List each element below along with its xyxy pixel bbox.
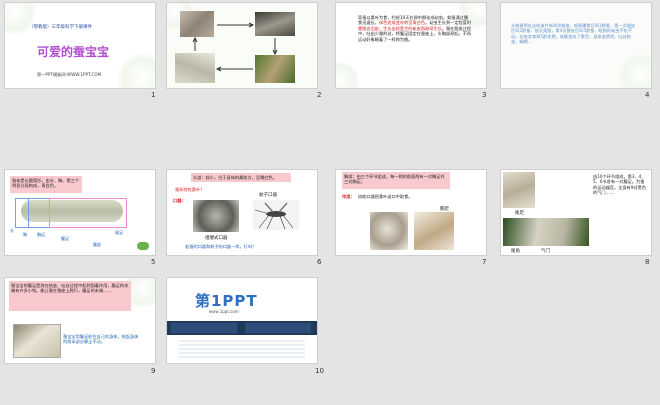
slide-number: 6 [317,258,322,266]
label-belly-feet: 腹足 [61,236,69,241]
next-button[interactable] [137,242,149,250]
function-text: 协助口器把桑叶送口中取食。 [358,194,413,199]
life-cycle-arrows [192,22,278,72]
slide-body-text: 蚕宝宝的腹足是其在结茧、吐丝过程中起到固着作用，腹足的末端有许多小钩。能让蚕在蚕… [11,283,129,294]
section-box-chest [28,198,50,228]
slide-banner-text: 胸部：由三个环节组成，每一侧的前面两有一对胸足共三对胸足。 [344,174,445,185]
mouth-label: 口器： [173,198,186,203]
publisher-label: （鄂教版）三年级科学下册课件 [29,25,92,30]
slide-number: 5 [151,258,156,266]
slide-thumbnail-5[interactable]: 蚕体是长圆筒形，由头、胸、第三个明显分段构成，青白色。 头 胸 胸足 腹足 腹部… [5,170,155,255]
chewing-mouth-label: 咀嚼式口器 [205,236,228,241]
link-grid [179,340,305,358]
section-box-head [15,198,29,228]
slide-thumbnail-8[interactable]: 尾足 由10个环节组成，第3、4、5、6节各有一对腹足。为蚕的运动器官。全身有9… [501,170,651,255]
slide-number: 4 [645,91,650,99]
label-abdomen: 腹部 [93,242,101,247]
flower-decoration [619,53,651,88]
slide-body-text: 由10个环节组成，第3、4、5、6节各有一对腹足。为蚕的运动器官。全身有9对黑色… [593,174,646,196]
label-tail-feet: 尾足 [115,230,123,235]
label-chest-feet: 胸足 [37,232,45,237]
flower-decoration [117,53,155,88]
chest-feet-photo [414,212,454,250]
slide-body-text: 蚕体是长圆筒形，由头、胸、第三个明显分段构成，青白色。 [12,178,80,189]
info-panel-left [171,323,237,333]
slide-thumbnail-10[interactable]: 第1PPT www.1ppt.com [167,278,317,363]
slide-banner-text: 头部：较小，位于身体的最前方，呈褐红色。 [193,175,277,180]
website-url: www.1ppt.com [209,309,239,314]
flower-decoration [5,3,37,35]
slide-thumbnail-4[interactable]: 从蚁蚕到吐丝结茧共有四次蜕皮，蚁蚕摄食后叫1龄蚕，第一次脱皮后叫2龄蚕，依次类推… [501,3,651,88]
question-text: 蚕如何吃桑叶？ [175,187,205,192]
slide-number: 10 [315,367,324,375]
slide-title: 可爱的蚕宝宝 [37,45,110,59]
label-head: 头 [10,228,14,233]
slide-thumbnail-2[interactable] [167,3,317,88]
slide-number: 8 [645,258,650,266]
slide-body-text: 家蚕以桑叶为食，约经10天在卵中孵化成幼虫。蚁蚕通过摄食迅速长，体色逐渐变灰转呈… [358,15,472,42]
slide-thumbnail-3[interactable]: 家蚕以桑叶为食，约经10天在卵中孵化成幼虫。蚁蚕通过摄食迅速长，体色逐渐变灰转呈… [336,3,486,88]
photo-caption: 蚕宝宝用腹足抓住自己的身体，抬起身体的前半部分静止不动。 [63,334,139,345]
slide-footer: 第一PPT模板网-WWW.1PPT.COM [37,72,102,77]
slide-number: 3 [482,91,487,99]
silkworm-closeup-photo [370,212,408,250]
section-box-abdomen [49,198,127,228]
silkworm-pose-photo [13,324,61,358]
info-panel-right [245,323,311,333]
label-tail-feet: 尾足 [515,211,524,216]
question-text: 若蚕的口器和蚊子的口器一样，行吗？ [185,244,257,249]
slide-number: 2 [317,91,322,99]
mosquito-photo [253,200,299,230]
function-label: 作用： [342,194,355,199]
silkworm-mouth-photo [193,200,239,232]
label-spiracle: 气门 [541,249,550,254]
slide-body-text: 从蚁蚕到吐丝结茧共有四次蜕皮，蚁蚕摄食后叫1龄蚕，第一次脱皮后叫2龄蚕，依次类推… [511,23,636,45]
slide-number: 1 [151,91,156,99]
label-tail-horn: 尾角 [511,249,520,254]
silkworm-spiracle-photo [503,218,589,246]
silkworm-diagram [15,198,127,230]
slide-number: 9 [151,367,156,375]
silkworm-tail-photo [503,172,535,208]
slide-number: 7 [482,258,487,266]
flower-decoration [336,61,360,88]
slide-thumbnail-1[interactable]: （鄂教版）三年级科学下册课件 可爱的蚕宝宝 第一PPT模板网-WWW.1PPT.… [5,3,155,88]
label-chest: 胸 [23,232,27,237]
logo-text: 第1PPT [195,292,258,310]
slide-thumbnail-6[interactable]: 头部：较小，位于身体的最前方，呈褐红色。 蚕如何吃桑叶？ 口器： 蚊子口器 咀嚼… [167,170,317,255]
slide-thumbnail-9[interactable]: 蚕宝宝的腹足是其在结茧、吐丝过程中起到固着作用，腹足的末端有许多小钩。能让蚕在蚕… [5,278,155,363]
mosquito-illustration [254,202,294,230]
mosquito-mouth-label: 蚊子口器 [259,193,277,198]
slide-thumbnail-7[interactable]: 胸部：由三个环节组成，每一侧的前面两有一对胸足共三对胸足。 作用： 协助口器把桑… [336,170,486,255]
